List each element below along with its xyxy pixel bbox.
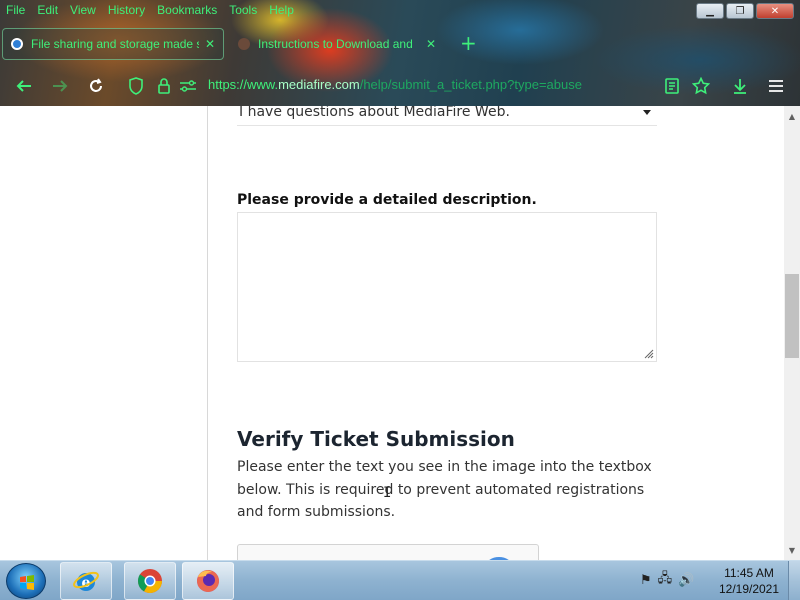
shield-icon[interactable]: [124, 74, 148, 98]
tab-close-icon[interactable]: ✕: [426, 37, 436, 51]
show-desktop-button[interactable]: [788, 561, 800, 600]
restore-button[interactable]: ❐: [726, 3, 754, 19]
scroll-down-arrow-icon[interactable]: ▼: [784, 542, 800, 558]
menu-edit[interactable]: Edit: [37, 3, 58, 17]
reader-view-icon[interactable]: [660, 74, 684, 98]
verify-heading: Verify Ticket Submission: [237, 427, 515, 451]
text-cursor-icon: I: [383, 485, 392, 501]
taskbar-firefox[interactable]: [182, 562, 234, 600]
network-icon[interactable]: 🖧: [658, 569, 673, 591]
topic-select[interactable]: I have questions about MediaFire Web.: [237, 106, 657, 126]
scrollbar-thumb[interactable]: [785, 274, 799, 358]
menu-bar: File Edit View History Bookmarks Tools H…: [0, 0, 700, 20]
taskbar-clock[interactable]: 11:45 AM 12/19/2021: [716, 565, 782, 597]
taskbar: e ⚑ 🖧 🔊 11:45 AM 12/19/2021: [0, 560, 800, 600]
bookmark-star-icon[interactable]: [689, 74, 713, 98]
windows-logo-icon: [20, 575, 34, 590]
description-textarea[interactable]: [237, 212, 657, 362]
tab-close-icon[interactable]: ✕: [205, 37, 215, 51]
topic-select-value: I have questions about MediaFire Web.: [239, 106, 510, 120]
lock-icon[interactable]: [152, 74, 176, 98]
content-divider: [207, 106, 208, 560]
mediafire-favicon-icon: [11, 38, 23, 50]
back-arrow-icon[interactable]: [12, 74, 36, 98]
browser-chrome: File Edit View History Bookmarks Tools H…: [0, 0, 800, 106]
menu-file[interactable]: File: [6, 3, 25, 17]
tab-strip: File sharing and storage made s ✕ Instru…: [0, 26, 800, 62]
internet-explorer-icon: e: [73, 571, 99, 591]
menu-help[interactable]: Help: [269, 3, 294, 17]
action-center-icon[interactable]: ⚑: [640, 573, 652, 588]
url-domain: mediafire.com: [278, 77, 360, 92]
url-path: /help/submit_a_ticket.php?type=abuse: [359, 77, 582, 92]
window-controls: ▁ ❐ ✕: [696, 3, 794, 19]
page-viewport: I have questions about MediaFire Web. Pl…: [0, 106, 784, 560]
scroll-up-arrow-icon[interactable]: ▲: [784, 108, 800, 124]
tab-title: File sharing and storage made s: [31, 37, 199, 51]
downloads-icon[interactable]: [728, 74, 752, 98]
vertical-scrollbar[interactable]: ▲ ▼: [784, 106, 800, 560]
tab-instructions[interactable]: Instructions to Download and ✕: [230, 28, 444, 60]
description-label: Please provide a detailed description.: [237, 192, 537, 208]
tab-mediafire[interactable]: File sharing and storage made s ✕: [2, 28, 224, 60]
chevron-down-icon: [643, 110, 651, 115]
new-tab-button[interactable]: +: [460, 32, 477, 54]
address-bar[interactable]: https://www.mediafire.com/help/submit_a_…: [208, 77, 582, 92]
minimize-button[interactable]: ▁: [696, 3, 724, 19]
menu-history[interactable]: History: [108, 3, 145, 17]
captcha-widget[interactable]: [237, 544, 539, 560]
firefox-icon: [197, 570, 219, 592]
tab-title: Instructions to Download and: [258, 37, 413, 51]
reload-icon[interactable]: [84, 74, 108, 98]
url-prefix: https://www.: [208, 77, 279, 92]
hamburger-menu-icon[interactable]: [764, 74, 788, 98]
start-button[interactable]: [6, 563, 46, 599]
resize-handle-icon[interactable]: [642, 347, 654, 359]
volume-icon[interactable]: 🔊: [678, 573, 694, 588]
taskbar-chrome[interactable]: [124, 562, 176, 600]
permissions-icon[interactable]: [176, 74, 200, 98]
forward-arrow-icon[interactable]: [48, 74, 72, 98]
menu-tools[interactable]: Tools: [229, 3, 257, 17]
close-window-button[interactable]: ✕: [756, 3, 794, 19]
system-tray: ⚑ 🖧 🔊: [640, 569, 694, 591]
instructions-favicon-icon: [238, 38, 250, 50]
menu-view[interactable]: View: [70, 3, 96, 17]
verify-description: Please enter the text you see in the ima…: [237, 459, 652, 520]
clock-time: 11:45 AM: [724, 566, 774, 580]
menu-bookmarks[interactable]: Bookmarks: [157, 3, 217, 17]
taskbar-internet-explorer[interactable]: e: [60, 562, 112, 600]
nav-bar: https://www.mediafire.com/help/submit_a_…: [0, 66, 800, 106]
clock-date: 12/19/2021: [718, 582, 780, 596]
chrome-icon: [138, 569, 162, 594]
